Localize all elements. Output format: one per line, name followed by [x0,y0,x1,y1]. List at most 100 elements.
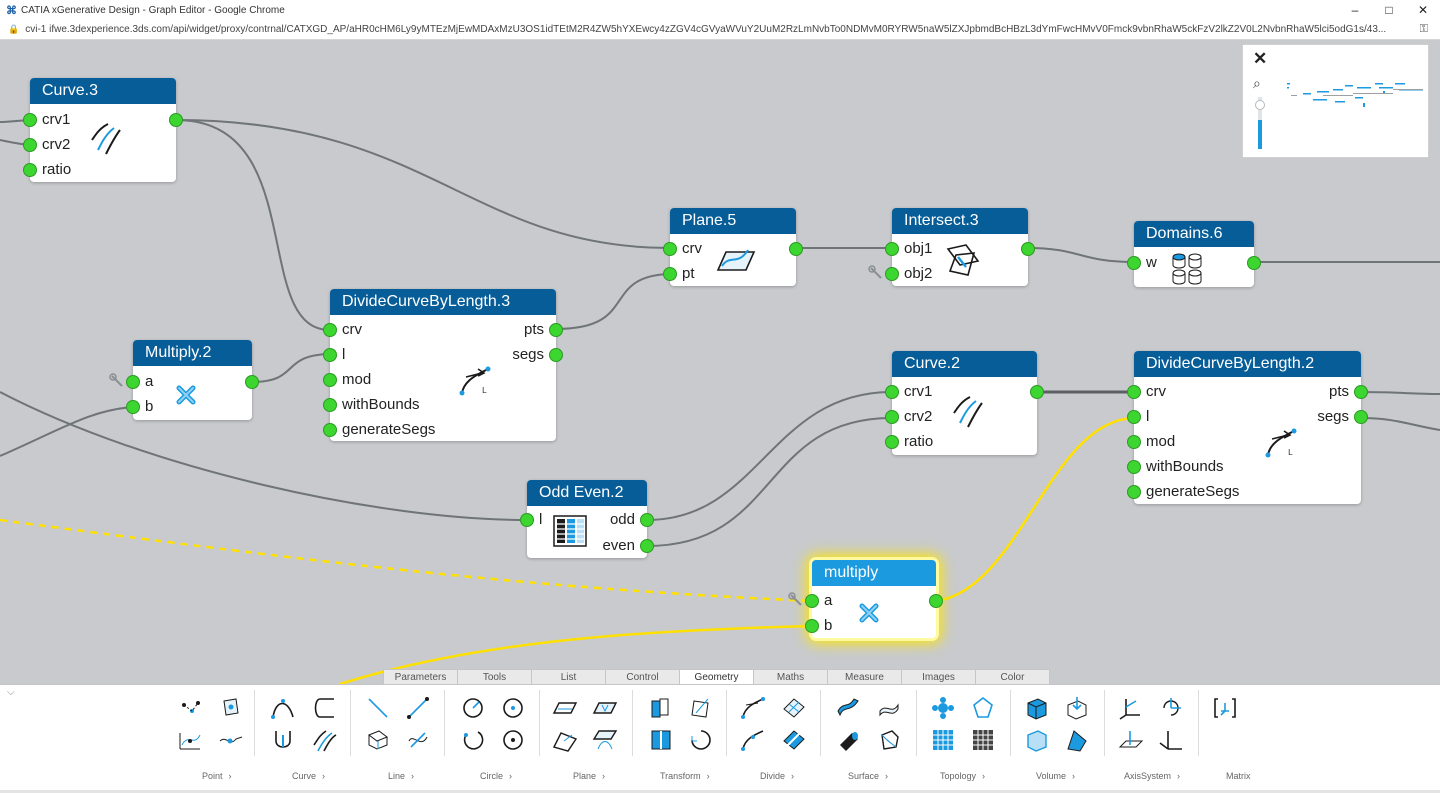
tab-color[interactable]: Color [975,669,1050,685]
close-icon[interactable]: ✕ [1253,49,1267,69]
node-title[interactable]: DivideCurveByLength.2 [1134,351,1361,377]
output-port[interactable] [156,110,183,130]
port-dot[interactable] [640,539,654,553]
zoom-slider-handle[interactable] [1255,100,1265,110]
port-dot[interactable] [169,113,183,127]
node-curve-2[interactable]: Curve.2 crv1 crv2 ratio [885,351,1044,455]
node-intersect-3[interactable]: Intersect.3 obj1 obj2 [868,208,1035,286]
output-port[interactable]: segs [1317,407,1368,427]
port-dot[interactable] [23,138,37,152]
port-dot[interactable] [885,435,899,449]
input-port[interactable]: crv2 [23,135,70,155]
output-port[interactable] [776,239,803,259]
spline-icon[interactable] [270,695,296,721]
port-dot[interactable] [929,594,943,608]
category-transform[interactable]: Transform › [660,771,710,781]
extremum-icon[interactable] [218,727,244,753]
category-volume[interactable]: Volume › [1036,771,1075,781]
category-divide[interactable]: Divide › [760,771,794,781]
port-dot[interactable] [23,113,37,127]
axis-transform-icon[interactable] [1158,727,1184,753]
input-port[interactable]: crv [323,320,362,340]
port-dot[interactable] [1127,385,1141,399]
category-matrix[interactable]: Matrix [1226,771,1251,781]
loft-surface-icon[interactable] [876,695,902,721]
input-port[interactable]: a [788,591,832,611]
output-port[interactable]: pts [1329,382,1368,402]
axis-plane-icon[interactable] [1118,727,1144,753]
port-dot[interactable] [323,398,337,412]
node-title[interactable]: Plane.5 [670,208,796,234]
port-dot[interactable] [663,242,677,256]
minimize-button[interactable]: – [1338,0,1372,20]
node-title[interactable]: multiply [812,560,936,586]
wrench-icon[interactable] [868,265,884,281]
port-dot[interactable] [789,242,803,256]
port-dot[interactable] [1354,385,1368,399]
input-port[interactable]: mod [323,370,371,390]
address-bar[interactable]: 🔒 cvi-1 ifwe.3dexperience.3ds.com/api/wi… [0,20,1440,40]
node-divide-curve-by-length-2[interactable]: DivideCurveByLength.2 crv l mod withBoun… [1127,351,1368,504]
tab-images[interactable]: Images [901,669,976,685]
box-volume-icon[interactable] [1024,695,1050,721]
port-dot[interactable] [549,323,563,337]
port-dot[interactable] [1021,242,1035,256]
divide-surface-icon[interactable] [780,695,806,721]
input-port[interactable]: crv [663,239,702,259]
wrench-icon[interactable] [788,592,804,608]
node-title[interactable]: Domains.6 [1134,221,1254,247]
key-icon[interactable]: ⚿ [1420,23,1428,36]
axis-rotate-icon[interactable] [1158,695,1184,721]
category-point[interactable]: Point › [202,771,232,781]
circle-3pts-icon[interactable] [500,695,526,721]
line-pt-dir-icon[interactable] [405,695,431,721]
vertices-icon[interactable] [970,727,996,753]
tab-geometry[interactable]: Geometry [679,669,754,685]
port-dot[interactable] [323,373,337,387]
tab-measure[interactable]: Measure [827,669,902,685]
input-port[interactable]: generateSegs [323,420,435,440]
minimap-panel[interactable]: ✕ ⌕ [1242,44,1429,158]
port-dot[interactable] [1354,410,1368,424]
point-on-surface-icon[interactable] [218,695,244,721]
output-port[interactable] [1234,253,1261,273]
node-title[interactable]: Intersect.3 [892,208,1028,234]
split-icon[interactable] [780,727,806,753]
port-dot[interactable] [663,267,677,281]
port-dot[interactable] [885,242,899,256]
arc-icon[interactable] [460,727,486,753]
output-port[interactable] [1008,239,1035,259]
input-port[interactable]: crv2 [885,407,932,427]
port-dot[interactable] [520,513,534,527]
node-multiply-2[interactable]: Multiply.2 a b [109,340,259,420]
category-plane[interactable]: Plane › [573,771,605,781]
input-port[interactable]: mod [1127,432,1175,452]
node-curve-3[interactable]: Curve.3 crv1 crv2 ratio [23,78,183,182]
input-port[interactable]: b [126,397,153,417]
port-dot[interactable] [885,267,899,281]
port-dot[interactable] [245,375,259,389]
zoom-icon[interactable]: ⌕ [1253,75,1261,92]
url-text[interactable]: cvi-1 ifwe.3dexperience.3ds.com/api/widg… [25,24,1386,35]
wrench-icon[interactable] [109,373,125,389]
output-port[interactable]: pts [524,320,563,340]
category-surface[interactable]: Surface › [848,771,888,781]
node-title[interactable]: DivideCurveByLength.3 [330,289,556,315]
port-dot[interactable] [640,513,654,527]
output-port[interactable]: odd [610,510,654,530]
plane-curve-icon[interactable] [592,727,618,753]
port-dot[interactable] [323,423,337,437]
axis-system-icon[interactable] [1118,695,1144,721]
point-on-curve-icon[interactable] [178,727,204,753]
extrude-surface-icon[interactable] [836,695,862,721]
output-port[interactable] [232,372,259,392]
translate-icon[interactable] [648,695,674,721]
mirror-icon[interactable] [648,727,674,753]
input-port[interactable]: withBounds [1127,457,1224,477]
port-dot[interactable] [126,375,140,389]
input-port[interactable]: obj2 [868,264,932,284]
node-title[interactable]: Curve.2 [892,351,1037,377]
graph-canvas[interactable]: Curve.3 crv1 crv2 ratio Multiply.2 a b D… [0,40,1440,684]
divide-curve-icon[interactable] [740,695,766,721]
port-dot[interactable] [1247,256,1261,270]
